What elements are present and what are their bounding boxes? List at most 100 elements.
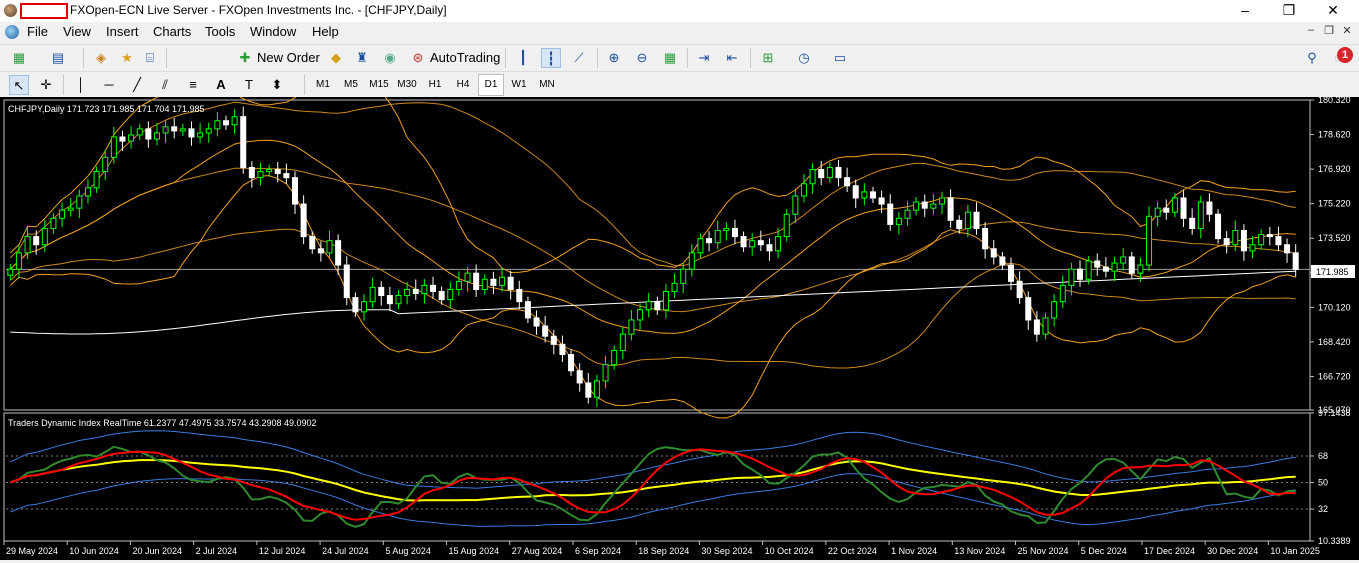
horizontal-line-icon[interactable]: ─ [99, 75, 119, 95]
candle [76, 189, 83, 219]
new-order-icon[interactable]: ✚ [235, 48, 255, 68]
market-icon[interactable]: ◆ [326, 48, 346, 68]
candle [1102, 257, 1109, 278]
candle [1120, 248, 1127, 271]
candle [792, 188, 799, 223]
chart-canvas[interactable]: 180.320178.620176.920175.220173.520171.8… [0, 73, 1359, 560]
candle [1146, 206, 1153, 272]
trendline-icon[interactable]: ╱ [127, 75, 147, 95]
profiles-icon[interactable]: ▤ [48, 48, 68, 68]
candle [619, 326, 626, 360]
chart-shift-icon[interactable]: ⇤ [722, 48, 742, 68]
candle [887, 194, 894, 231]
candle [1094, 253, 1101, 276]
candle [343, 256, 350, 306]
mdi-restore-button[interactable]: ❐ [1321, 24, 1337, 37]
timeframe-m1[interactable]: M1 [310, 74, 336, 96]
price-axis-tick: 168.420 [1318, 337, 1351, 347]
signals-radio-icon[interactable]: ◉ [380, 48, 400, 68]
mdi-close-button[interactable]: ✕ [1339, 24, 1355, 37]
arrows-icon[interactable]: ⬍ [267, 75, 287, 95]
candle [559, 335, 566, 363]
timeframe-m15[interactable]: M15 [366, 74, 392, 96]
candle [145, 121, 152, 148]
menu-window[interactable]: Window [250, 24, 296, 39]
document-icon[interactable] [5, 25, 19, 39]
auto-scroll-icon[interactable]: ⇥ [694, 48, 714, 68]
text-icon[interactable]: A [211, 75, 231, 95]
minimize-button[interactable]: – [1222, 0, 1268, 22]
history-icon[interactable]: ⌸ [140, 48, 160, 68]
bollinger-lower-line-wide [9, 228, 1296, 369]
crosshair-icon[interactable]: ✛ [36, 75, 56, 95]
candle [369, 277, 376, 308]
menu-charts[interactable]: Charts [153, 24, 191, 39]
autotrading-icon[interactable]: ⊛ [408, 48, 428, 68]
bar-chart-icon[interactable]: ┃ [513, 48, 533, 68]
tile-windows-icon[interactable]: ▦ [660, 48, 680, 68]
text-label-icon[interactable]: T [239, 75, 259, 95]
cursor-icon[interactable]: ↖ [9, 75, 29, 95]
candle [266, 164, 273, 177]
candle [84, 179, 91, 204]
line-chart-icon[interactable]: ⟋ [569, 48, 589, 68]
fibonacci-icon[interactable]: ≡ [183, 75, 203, 95]
templates-icon[interactable]: ▭ [830, 48, 850, 68]
navigator-icon[interactable]: ★ [117, 48, 137, 68]
candle [378, 281, 385, 306]
candle [179, 123, 186, 136]
candle [645, 292, 652, 318]
equidistant-channel-icon[interactable]: ⫽ [155, 75, 175, 95]
candle [352, 292, 359, 317]
time-axis-tick: 1 Nov 2024 [891, 546, 937, 556]
price-axis-tick: 175.220 [1318, 199, 1351, 209]
timeframe-m30[interactable]: M30 [394, 74, 420, 96]
timeframe-d1[interactable]: D1 [478, 74, 504, 96]
chart-window[interactable]: 180.320178.620176.920175.220173.520171.8… [0, 73, 1359, 560]
menu-file[interactable]: File [27, 24, 48, 39]
candle [214, 111, 221, 137]
new-order-button[interactable]: New Order [257, 50, 320, 65]
candle [576, 363, 583, 392]
title-bar: FXOpen-ECN Live Server - FXOpen Investme… [0, 0, 1359, 22]
time-axis-tick: 25 Nov 2024 [1018, 546, 1069, 556]
candlestick-icon[interactable]: ┇ [541, 48, 561, 68]
signals-icon[interactable]: ♜ [352, 48, 372, 68]
mdi-minimize-button[interactable]: – [1303, 24, 1319, 36]
timeframe-w1[interactable]: W1 [506, 74, 532, 96]
menu-insert[interactable]: Insert [106, 24, 139, 39]
candle [162, 120, 169, 143]
bollinger-upper-line [9, 73, 1296, 274]
candle [921, 194, 928, 217]
autotrading-button[interactable]: AutoTrading [430, 50, 500, 65]
menu-help[interactable]: Help [312, 24, 339, 39]
zoom-out-icon[interactable]: ⊖ [632, 48, 652, 68]
close-button[interactable]: ✕ [1310, 0, 1356, 22]
indicators-icon[interactable]: ⊞ [758, 48, 778, 68]
candle [1197, 195, 1204, 239]
search-icon[interactable]: ⚲ [1302, 48, 1322, 68]
candle [1266, 227, 1273, 246]
vertical-line-icon[interactable]: │ [71, 75, 91, 95]
restore-button[interactable]: ❐ [1266, 0, 1312, 22]
candle [59, 202, 66, 228]
price-axis-tick: 166.720 [1318, 371, 1351, 381]
periodicity-icon[interactable]: ◷ [794, 48, 814, 68]
notification-badge[interactable]: 1 [1337, 47, 1353, 63]
indicator-axis-tick: 97.1438 [1318, 408, 1351, 418]
candle [361, 294, 368, 321]
candle [895, 212, 902, 235]
zoom-in-icon[interactable]: ⊕ [604, 48, 624, 68]
new-chart-icon[interactable]: ▦ [9, 48, 29, 68]
market-watch-icon[interactable]: ◈ [91, 48, 111, 68]
timeframe-h4[interactable]: H4 [450, 74, 476, 96]
menu-tools[interactable]: Tools [205, 24, 235, 39]
candle [283, 163, 290, 184]
candle [171, 118, 178, 139]
menu-view[interactable]: View [63, 24, 91, 39]
candle [611, 345, 618, 370]
timeframe-m5[interactable]: M5 [338, 74, 364, 96]
candle [464, 266, 471, 292]
timeframe-h1[interactable]: H1 [422, 74, 448, 96]
timeframe-mn[interactable]: MN [534, 74, 560, 96]
